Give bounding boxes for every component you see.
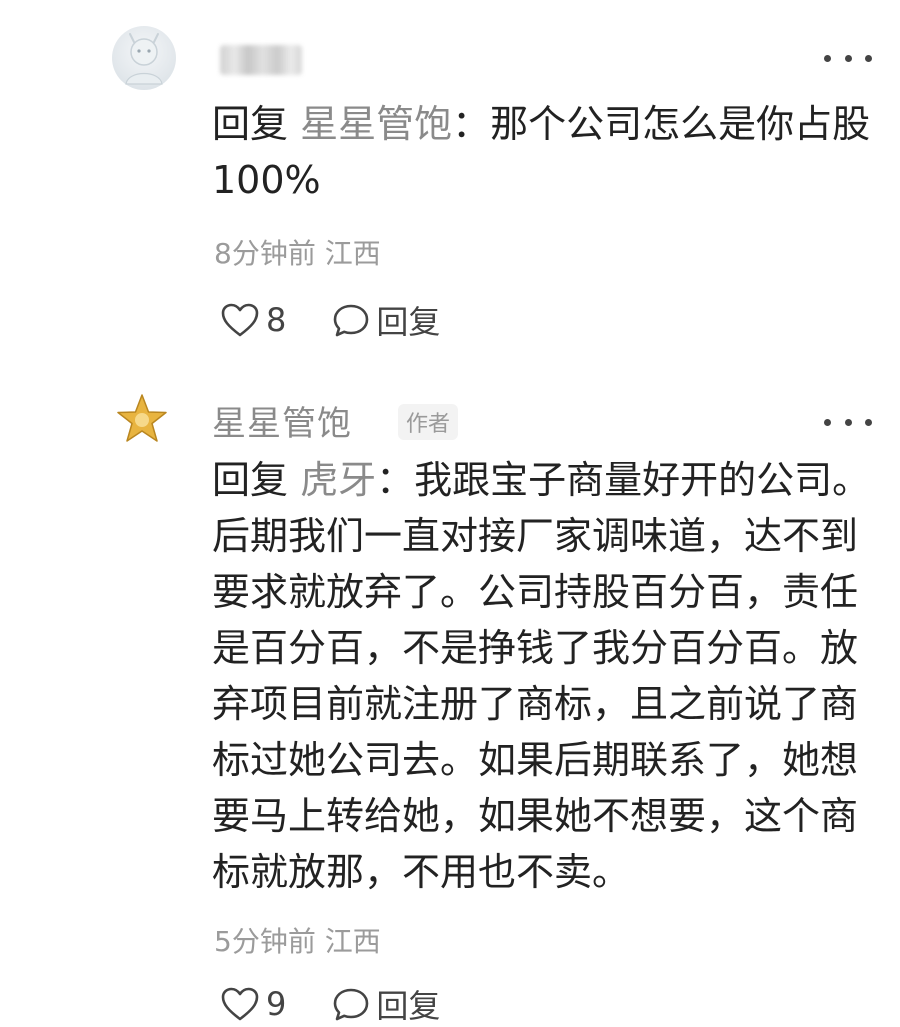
author-badge: 作者 [398,404,459,440]
avatar-image [125,33,163,85]
heart-outline-icon [221,987,259,1021]
star-avatar-icon [117,394,167,442]
comment-item: 回复 星星管饱：那个公司怎么是你占股100% 8分钟前 江西 8 回复 [0,0,900,370]
comment-content: 回复 星星管饱：那个公司怎么是你占股100% [212,96,892,208]
reply-separator: ： [376,458,415,502]
more-dots-icon[interactable] [824,50,872,66]
reply-target-username[interactable]: 星星管饱 [300,102,452,146]
speech-bubble-icon [334,304,369,337]
reply-prefix: 回复 [212,102,289,146]
comment-meta: 5分钟前 江西 [214,920,381,960]
heart-outline-icon [221,303,259,337]
reply-target-username[interactable]: 虎牙 [300,458,376,502]
like-button[interactable]: 9 [220,985,286,1023]
more-dots-icon[interactable] [824,414,872,430]
avatar[interactable] [114,392,170,448]
speech-bubble-icon [334,988,369,1021]
comment-time: 5分钟前 [214,925,316,958]
comment-actions: 9 回复 [220,982,440,1026]
comment-item: 星星管饱 作者 回复 虎牙：我跟宝子商量好开的公司。后期我们一直对接厂家调味道，… [0,380,900,1026]
username[interactable]: 星星管饱 [212,396,352,445]
reply-separator: ： [452,102,491,146]
comment-location: 江西 [324,237,381,270]
comment-meta: 8分钟前 江西 [214,232,381,272]
like-count: 8 [266,301,287,339]
reply-prefix: 回复 [212,458,289,502]
comment-time: 8分钟前 [214,237,316,270]
comment-location: 江西 [324,925,381,958]
username-blurred[interactable] [220,45,302,75]
like-count: 9 [266,985,287,1023]
comment-actions: 8 回复 [220,298,440,342]
avatar[interactable] [112,26,176,90]
like-button[interactable]: 8 [220,301,286,339]
reply-label: 回复 [376,303,441,341]
reply-button[interactable]: 回复 [332,981,440,1027]
reply-button[interactable]: 回复 [332,297,440,343]
comment-content: 回复 虎牙：我跟宝子商量好开的公司。后期我们一直对接厂家调味道，达不到要求就放弃… [212,452,892,900]
reply-label: 回复 [376,987,441,1025]
comment-body: 我跟宝子商量好开的公司。后期我们一直对接厂家调味道，达不到要求就放弃了。公司持股… [212,458,871,894]
